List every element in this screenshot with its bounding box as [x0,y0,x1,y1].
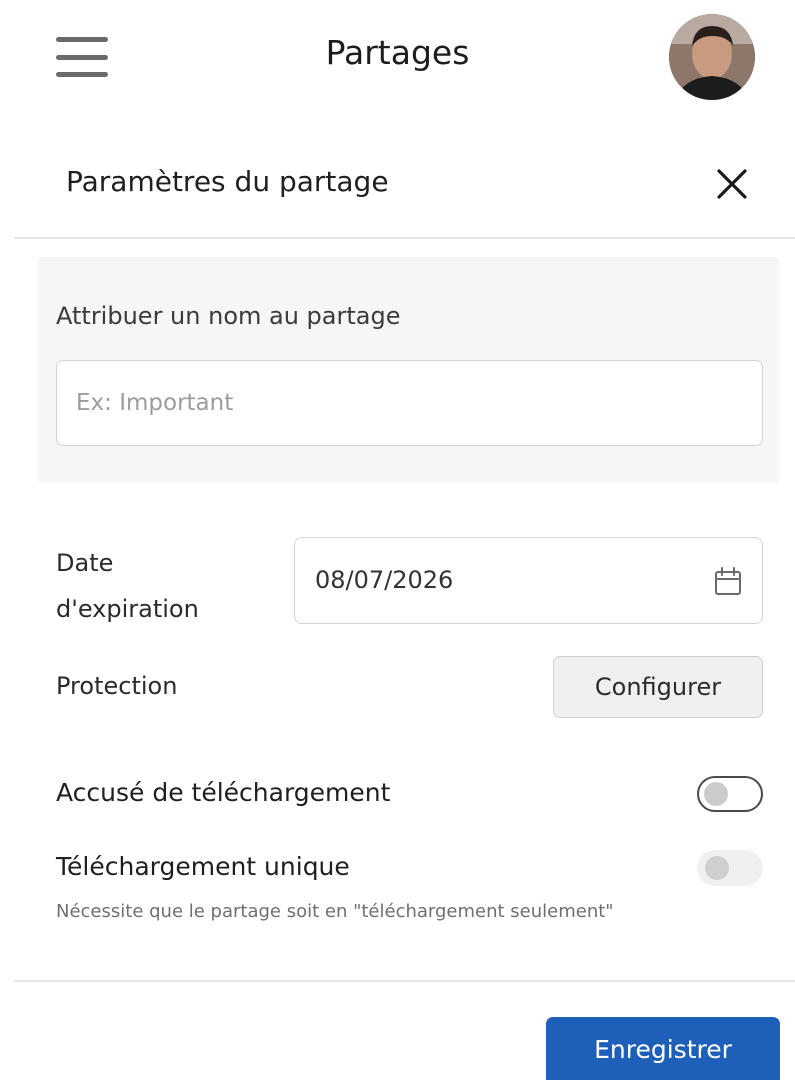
share-name-input[interactable] [56,360,763,446]
share-settings-screen: Partages Paramètres du partage Attribuer… [0,0,795,1080]
calendar-icon[interactable] [712,566,744,598]
save-button[interactable]: Enregistrer [546,1017,780,1080]
close-icon[interactable] [714,166,750,202]
expiration-date-field[interactable]: 08/07/2026 [294,537,763,624]
single-download-toggle [697,850,763,886]
protection-label: Protection [56,672,178,700]
download-receipt-toggle[interactable] [697,776,763,812]
download-receipt-label: Accusé de téléchargement [56,778,391,807]
single-download-label: Téléchargement unique [56,852,350,881]
expiration-label-line2: d'expiration [56,595,199,623]
dialog-title: Paramètres du partage [66,165,389,198]
share-name-label: Attribuer un nom au partage [56,302,401,330]
footer-divider [14,980,795,982]
toggle-knob [705,856,729,880]
toggle-knob [704,782,728,806]
expiration-label-line1: Date [56,549,114,577]
configure-protection-button[interactable]: Configurer [553,656,763,718]
expiration-date-value: 08/07/2026 [315,566,454,594]
user-avatar[interactable] [669,14,755,100]
expiration-date-label: Date d'expiration [56,540,256,632]
header-divider [14,237,795,239]
single-download-hint: Nécessite que le partage soit en "téléch… [56,901,614,922]
